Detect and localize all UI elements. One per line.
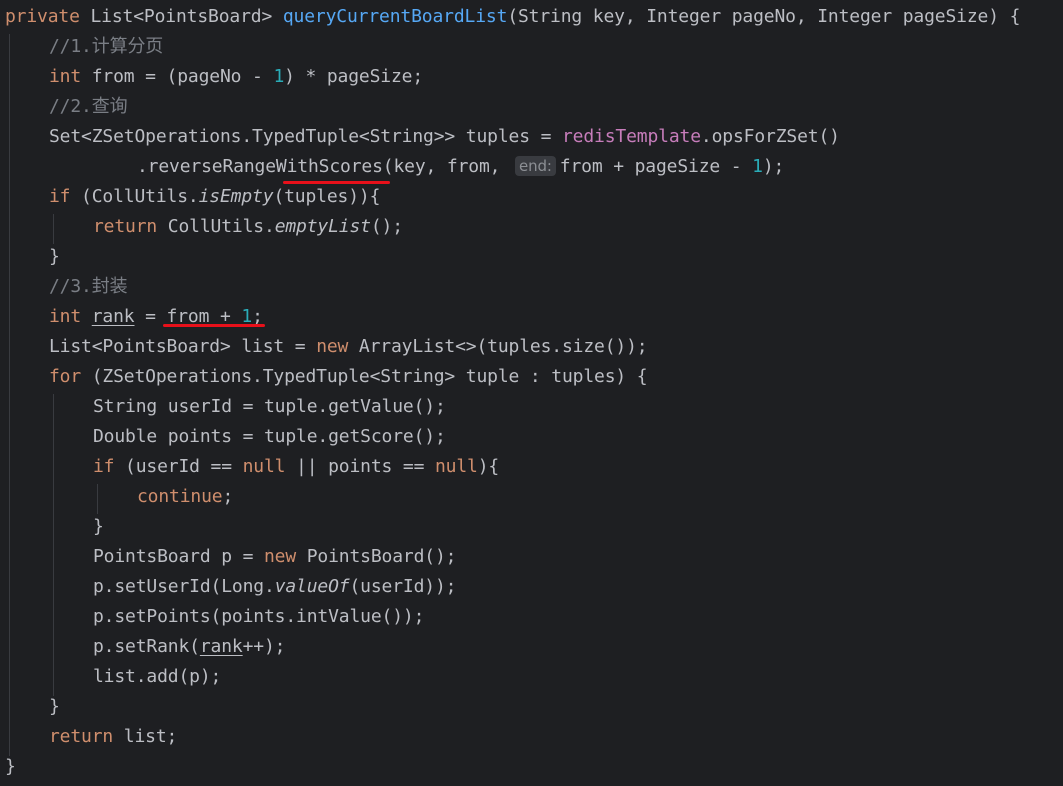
code-line-17[interactable]: continue; <box>137 482 233 512</box>
code-line-5[interactable]: Set<ZSetOperations.TypedTuple<String>> t… <box>49 122 840 152</box>
code-line-26[interactable]: } <box>5 752 16 782</box>
variable-rank: rank <box>91 306 135 327</box>
code-text: } <box>49 696 60 717</box>
code-text: .opsForZSet() <box>700 126 840 147</box>
code-text: } <box>49 246 60 267</box>
code-text: (userId)); <box>349 576 457 597</box>
indent-guide <box>97 484 98 514</box>
keyword-if: if <box>49 186 71 207</box>
keyword-null: null <box>435 456 478 477</box>
method-params: (String key, Integer pageNo, Integer pag… <box>507 6 1021 27</box>
variable-rank: rank <box>199 636 243 657</box>
indent-guide <box>53 394 54 696</box>
code-text: Set<ZSetOperations.TypedTuple<String>> t… <box>49 126 562 147</box>
code-text: from + pageSize - <box>559 156 753 177</box>
code-line-12[interactable]: List<PointsBoard> list = new ArrayList<>… <box>49 332 648 362</box>
code-line-3[interactable]: int from = (pageNo - 1) * pageSize; <box>49 62 423 92</box>
code-line-4[interactable]: //2.查询 <box>49 92 128 122</box>
number-literal: 1 <box>273 66 285 87</box>
code-text: List<PointsBoard> list = <box>49 336 317 357</box>
number-literal: 1 <box>752 156 763 177</box>
code-text: ); <box>762 156 785 177</box>
keyword-int: int <box>49 306 82 327</box>
code-line-24[interactable]: } <box>49 692 60 722</box>
code-line-6[interactable]: .reverseRangeWithScores(key, from, end: f… <box>137 152 784 182</box>
code-line-22[interactable]: p.setRank(rank++); <box>93 632 286 662</box>
comment: //2.查询 <box>49 96 128 117</box>
code-line-23[interactable]: list.add(p); <box>93 662 221 692</box>
comment: //1.计算分页 <box>49 36 164 57</box>
keyword-private: private <box>5 6 80 27</box>
code-text: ) * pageSize; <box>284 66 424 87</box>
indent-guide <box>9 34 10 756</box>
code-line-14[interactable]: String userId = tuple.getValue(); <box>93 392 446 422</box>
field-reference: redisTemplate <box>561 126 701 147</box>
keyword-if: if <box>93 456 115 477</box>
code-line-10[interactable]: //3.封装 <box>49 272 128 302</box>
code-line-16[interactable]: if (userId == null || points == null){ <box>93 452 499 482</box>
code-line-7[interactable]: if (CollUtils.isEmpty(tuples)){ <box>49 182 380 212</box>
code-text: ; <box>222 486 234 507</box>
code-line-8[interactable]: return CollUtils.emptyList(); <box>93 212 403 242</box>
code-line-13[interactable]: for (ZSetOperations.TypedTuple<String> t… <box>49 362 648 392</box>
keyword-null: null <box>242 456 286 477</box>
return-type: List<PointsBoard> <box>90 6 273 27</box>
code-text: ArrayList<>(tuples.size()); <box>348 336 648 357</box>
code-line-9[interactable]: } <box>49 242 60 272</box>
code-text: (tuples)){ <box>273 186 381 207</box>
code-line-25[interactable]: return list; <box>49 722 177 752</box>
code-text: .reverseRangeWithScores(key, from, <box>137 156 501 177</box>
code-text: (CollUtils. <box>70 186 199 207</box>
static-method: isEmpty <box>198 186 274 207</box>
indent-guide <box>53 214 54 244</box>
code-text: ){ <box>477 456 500 477</box>
code-text: Double points = tuple.getScore(); <box>93 426 446 447</box>
code-text: CollUtils. <box>157 216 275 237</box>
keyword-new: new <box>264 546 297 567</box>
code-line-15[interactable]: Double points = tuple.getScore(); <box>93 422 446 452</box>
code-text: || points == <box>285 456 435 477</box>
code-line-2[interactable]: //1.计算分页 <box>49 32 163 62</box>
static-method: valueOf <box>274 576 350 597</box>
code-text: from = (pageNo - <box>81 66 274 87</box>
keyword-return: return <box>49 726 114 747</box>
code-editor[interactable]: private List<PointsBoard> queryCurrentBo… <box>0 0 1063 786</box>
comment: //3.封装 <box>49 276 128 297</box>
method-name[interactable]: queryCurrentBoardList <box>283 6 508 27</box>
code-text: list.add(p); <box>93 666 222 687</box>
code-text: PointsBoard(); <box>296 546 457 567</box>
keyword-for: for <box>49 366 82 387</box>
keyword-return: return <box>93 216 158 237</box>
code-text: p.setPoints(points.intValue()); <box>93 606 425 627</box>
code-text: ++); <box>242 636 286 657</box>
code-text: p.setUserId(Long. <box>93 576 275 597</box>
red-underline-mark <box>163 324 265 327</box>
code-line-19[interactable]: PointsBoard p = new PointsBoard(); <box>93 542 457 572</box>
code-text: (); <box>370 216 403 237</box>
code-text: PointsBoard p = <box>93 546 264 567</box>
keyword-int: int <box>49 66 82 87</box>
code-text: } <box>93 516 104 537</box>
parameter-hint: end: <box>515 156 556 176</box>
static-method: emptyList <box>274 216 371 237</box>
code-text: } <box>5 756 16 777</box>
code-text: p.setRank( <box>93 636 200 657</box>
keyword-new: new <box>316 336 349 357</box>
code-line-11[interactable]: int rank = from + 1; <box>49 302 263 332</box>
code-line-1[interactable]: private List<PointsBoard> queryCurrentBo… <box>5 2 1020 32</box>
code-line-21[interactable]: p.setPoints(points.intValue()); <box>93 602 424 632</box>
keyword-continue: continue <box>137 486 223 507</box>
code-text: (userId == <box>114 456 243 477</box>
code-line-18[interactable]: } <box>93 512 104 542</box>
code-text: (ZSetOperations.TypedTuple<String> tuple… <box>81 366 648 387</box>
code-line-20[interactable]: p.setUserId(Long.valueOf(userId)); <box>93 572 457 602</box>
code-text: list; <box>113 726 178 747</box>
code-text: String userId = tuple.getValue(); <box>93 396 446 417</box>
